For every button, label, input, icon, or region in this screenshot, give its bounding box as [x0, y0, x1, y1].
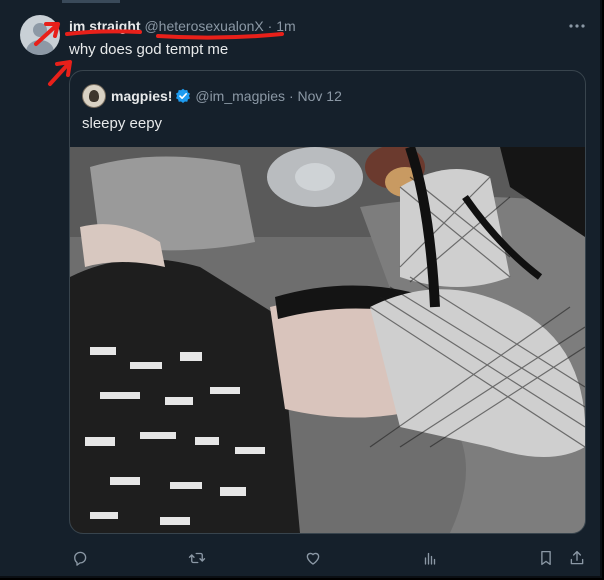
- quoted-avatar[interactable]: [82, 84, 106, 108]
- tweet-header: im straight @heterosexualonX · 1m: [69, 17, 296, 35]
- quoted-handle[interactable]: @im_magpies: [195, 88, 285, 104]
- like-icon[interactable]: [302, 547, 324, 569]
- more-horizontal-icon[interactable]: [567, 16, 587, 36]
- quoted-media-image[interactable]: [70, 147, 585, 533]
- top-divider: [62, 0, 120, 3]
- bookmark-icon[interactable]: [535, 547, 557, 569]
- quoted-tweet-card[interactable]: magpies! @im_magpies · Nov 12 sleepy eep…: [69, 70, 586, 534]
- quoted-separator-dot: ·: [288, 88, 294, 104]
- verified-badge-icon: [175, 88, 191, 104]
- views-icon[interactable]: [419, 547, 441, 569]
- display-name[interactable]: im straight: [69, 18, 141, 34]
- action-bar: [0, 547, 600, 569]
- avatar[interactable]: [20, 15, 60, 55]
- quoted-tweet-header: magpies! @im_magpies · Nov 12: [111, 87, 342, 105]
- separator-dot: ·: [267, 18, 273, 34]
- reply-icon[interactable]: [69, 547, 91, 569]
- quoted-date[interactable]: Nov 12: [298, 88, 342, 104]
- timestamp[interactable]: 1m: [276, 18, 295, 34]
- tweet-container[interactable]: im straight @heterosexualonX · 1m why do…: [0, 0, 602, 578]
- share-icon[interactable]: [566, 547, 588, 569]
- quoted-display-name[interactable]: magpies!: [111, 88, 172, 104]
- tweet-text: why does god tempt me: [69, 41, 229, 58]
- quoted-tweet-text: sleepy eepy: [82, 115, 163, 132]
- handle[interactable]: @heterosexualonX: [144, 18, 263, 34]
- avatar-body: [26, 40, 54, 55]
- retweet-icon[interactable]: [186, 547, 208, 569]
- avatar-head: [33, 23, 47, 37]
